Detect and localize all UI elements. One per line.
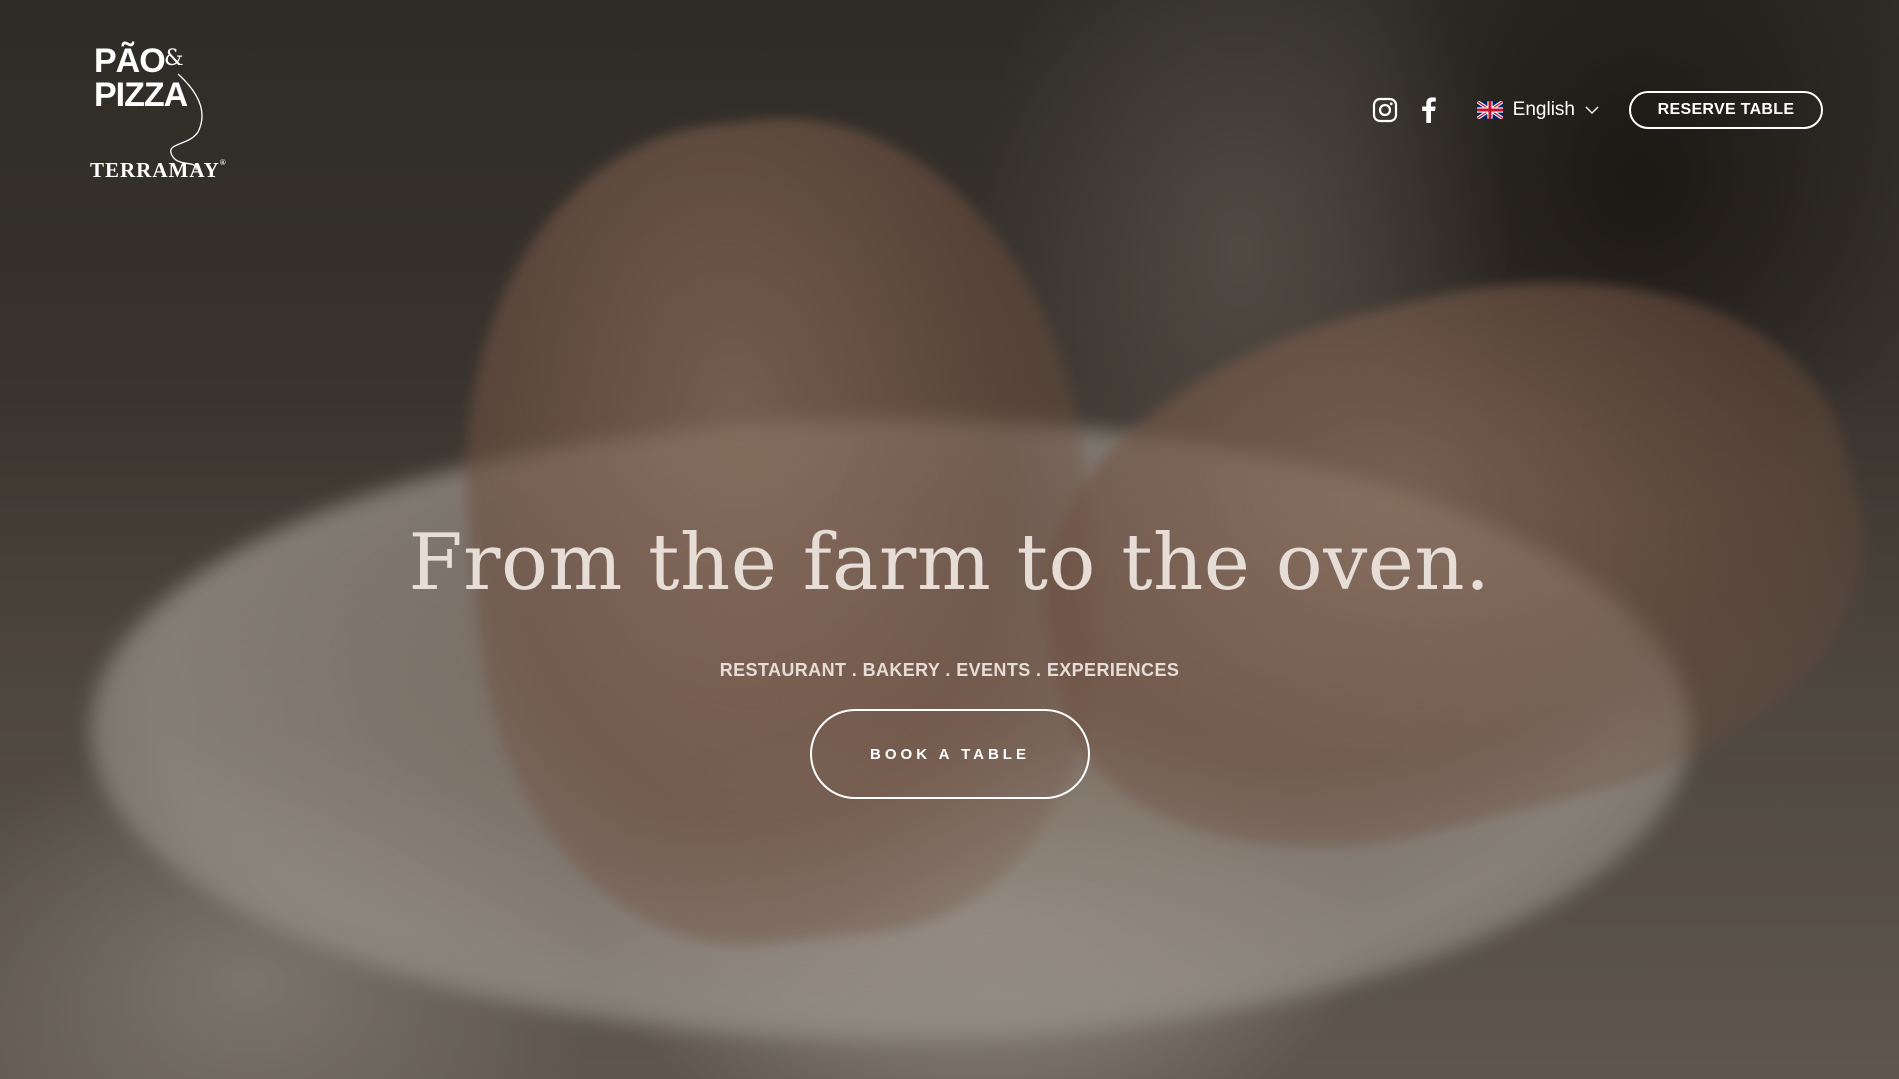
- logo-swirl-icon: [170, 73, 203, 171]
- hero-headline: From the farm to the oven.: [408, 518, 1491, 608]
- logo-brand-name: TERRAMAY®: [90, 158, 227, 182]
- language-label: English: [1512, 99, 1575, 120]
- hero-section: PÃO & PIZZA TERRAMAY® English RESERVE TA…: [0, 0, 1899, 1079]
- language-selector[interactable]: English: [1476, 99, 1599, 121]
- instagram-icon[interactable]: [1371, 96, 1399, 124]
- hero-tagline: RESTAURANT . BAKERY . EVENTS . EXPERIENC…: [719, 660, 1180, 680]
- site-logo[interactable]: PÃO & PIZZA TERRAMAY®: [88, 44, 238, 184]
- facebook-icon[interactable]: [1415, 96, 1443, 124]
- reserve-table-button[interactable]: RESERVE TABLE: [1629, 91, 1823, 129]
- uk-flag-icon: [1476, 101, 1503, 119]
- logo-ampersand: &: [164, 46, 184, 71]
- book-a-table-button[interactable]: BOOK A TABLE: [810, 709, 1090, 799]
- logo-registered-mark: ®: [219, 158, 227, 167]
- chevron-down-icon: [1585, 106, 1599, 114]
- logo-text-pao: PÃO: [94, 42, 166, 80]
- header-actions: English RESERVE TABLE: [1371, 90, 1823, 130]
